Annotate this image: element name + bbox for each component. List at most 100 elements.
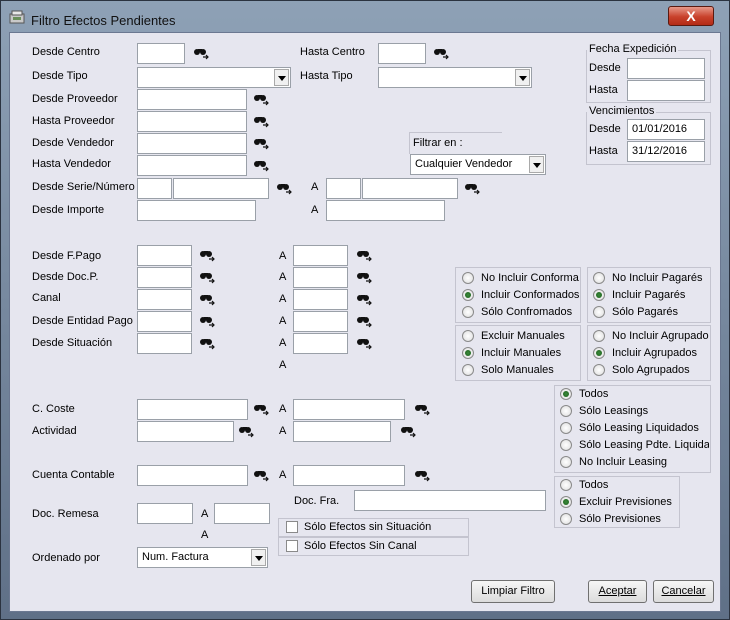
desde-situacion-input[interactable] — [137, 333, 192, 354]
binoculars-icon[interactable] — [414, 402, 430, 416]
desde-actividad-input[interactable] — [137, 421, 234, 442]
radio-label: Todos — [579, 479, 609, 491]
desde-serie-input[interactable] — [137, 178, 172, 199]
desde-c-coste-input[interactable] — [137, 399, 248, 420]
radio-no-incluir-conformados[interactable] — [462, 272, 474, 284]
desde-centro-input[interactable] — [137, 43, 185, 64]
hasta-proveedor-input[interactable] — [137, 111, 247, 132]
radio-no-incluir-leasing[interactable] — [560, 456, 572, 468]
chevron-down-icon[interactable] — [251, 549, 266, 566]
desde-remesa-input[interactable] — [137, 503, 193, 524]
desde-canal-input[interactable] — [137, 289, 192, 310]
hasta-actividad-input[interactable] — [293, 421, 391, 442]
radio-todos-leasing[interactable] — [560, 388, 572, 400]
desde-tipo-select[interactable] — [137, 67, 291, 88]
hasta-centro-input[interactable] — [378, 43, 426, 64]
desde-importe-input[interactable] — [137, 200, 256, 221]
radio-label: Sólo Confromados — [481, 306, 573, 318]
radio-solo-pagares[interactable] — [593, 306, 605, 318]
radio-excluir-manuales[interactable] — [462, 330, 474, 342]
binoculars-icon[interactable] — [356, 248, 372, 262]
binoculars-icon[interactable] — [199, 314, 215, 328]
a-label: A — [279, 337, 287, 349]
binoculars-icon[interactable] — [356, 314, 372, 328]
radio-incluir-conformados[interactable] — [462, 289, 474, 301]
radio-solo-previsiones[interactable] — [560, 513, 572, 525]
binoculars-icon[interactable] — [414, 468, 430, 482]
limpiar-filtro-button[interactable]: Limpiar Filtro — [471, 580, 555, 603]
radio-solo-leasings[interactable] — [560, 405, 572, 417]
radio-todos-previsiones[interactable] — [560, 479, 572, 491]
binoculars-icon[interactable] — [253, 402, 269, 416]
sin-canal-checkbox[interactable] — [286, 540, 298, 552]
desde-cuenta-input[interactable] — [137, 465, 248, 486]
binoculars-icon[interactable] — [464, 181, 480, 195]
hasta-vendedor-input[interactable] — [137, 155, 247, 176]
chevron-down-icon[interactable] — [515, 69, 530, 86]
hasta-cuenta-input[interactable] — [293, 465, 405, 486]
hasta-serie-input[interactable] — [326, 178, 361, 199]
filtrar-en-select[interactable]: Cualquier Vendedor — [410, 154, 546, 175]
desde-vendedor-input[interactable] — [137, 133, 247, 154]
hasta-numero-input[interactable] — [362, 178, 458, 199]
chevron-down-icon[interactable] — [274, 69, 289, 86]
radio-solo-agrupados[interactable] — [593, 364, 605, 376]
venc-hasta-input[interactable]: 31/12/2016 — [627, 141, 705, 162]
cancelar-button[interactable]: Cancelar — [653, 580, 714, 603]
binoculars-icon[interactable] — [356, 270, 372, 284]
desde-fpago-label: Desde F.Pago — [32, 250, 102, 262]
radio-leasing-liquidados[interactable] — [560, 422, 572, 434]
binoculars-icon[interactable] — [400, 424, 416, 438]
radio-incluir-agrupados[interactable] — [593, 347, 605, 359]
binoculars-icon[interactable] — [253, 92, 269, 106]
radio-no-incluir-agrupados[interactable] — [593, 330, 605, 342]
venc-desde-input[interactable]: 01/01/2016 — [627, 119, 705, 140]
fecha-exp-desde-input[interactable] — [627, 58, 705, 79]
doc-fra-input[interactable] — [354, 490, 546, 511]
radio-solo-manuales[interactable] — [462, 364, 474, 376]
ordenado-por-select[interactable]: Num. Factura — [137, 547, 268, 568]
binoculars-icon[interactable] — [253, 468, 269, 482]
hasta-fpago-input[interactable] — [293, 245, 348, 266]
hasta-importe-input[interactable] — [326, 200, 445, 221]
radio-no-incluir-pagares[interactable] — [593, 272, 605, 284]
desde-entidad-input[interactable] — [137, 311, 192, 332]
desde-docp-input[interactable] — [137, 267, 192, 288]
binoculars-icon[interactable] — [199, 336, 215, 350]
binoculars-icon[interactable] — [253, 158, 269, 172]
binoculars-icon[interactable] — [253, 114, 269, 128]
radio-excluir-previsiones[interactable] — [560, 496, 572, 508]
close-button[interactable]: X — [668, 6, 714, 26]
sin-situacion-checkbox[interactable] — [286, 521, 298, 533]
binoculars-icon[interactable] — [356, 336, 372, 350]
desde-tipo-label: Desde Tipo — [32, 70, 88, 82]
radio-incluir-manuales[interactable] — [462, 347, 474, 359]
chevron-down-icon[interactable] — [529, 156, 544, 173]
binoculars-icon[interactable] — [253, 136, 269, 150]
fecha-exp-hasta-input[interactable] — [627, 80, 705, 101]
hasta-situacion-input[interactable] — [293, 333, 348, 354]
binoculars-icon[interactable] — [199, 270, 215, 284]
binoculars-icon[interactable] — [199, 248, 215, 262]
binoculars-icon[interactable] — [199, 292, 215, 306]
radio-incluir-pagares[interactable] — [593, 289, 605, 301]
hasta-entidad-input[interactable] — [293, 311, 348, 332]
radio-leasing-pdte-liquidar[interactable] — [560, 439, 572, 451]
hasta-remesa-input[interactable] — [214, 503, 270, 524]
radio-solo-conformados[interactable] — [462, 306, 474, 318]
binoculars-icon[interactable] — [433, 46, 449, 60]
binoculars-icon[interactable] — [276, 181, 292, 195]
desde-numero-input[interactable] — [173, 178, 269, 199]
aceptar-label: Aceptar — [598, 585, 637, 597]
hasta-docp-input[interactable] — [293, 267, 348, 288]
desde-proveedor-input[interactable] — [137, 89, 247, 110]
aceptar-button[interactable]: Aceptar — [588, 580, 647, 603]
canal-label: Canal — [32, 292, 61, 304]
desde-fpago-input[interactable] — [137, 245, 192, 266]
binoculars-icon[interactable] — [356, 292, 372, 306]
binoculars-icon[interactable] — [238, 424, 254, 438]
binoculars-icon[interactable] — [193, 46, 209, 60]
hasta-tipo-select[interactable] — [378, 67, 532, 88]
hasta-c-coste-input[interactable] — [293, 399, 405, 420]
hasta-canal-input[interactable] — [293, 289, 348, 310]
